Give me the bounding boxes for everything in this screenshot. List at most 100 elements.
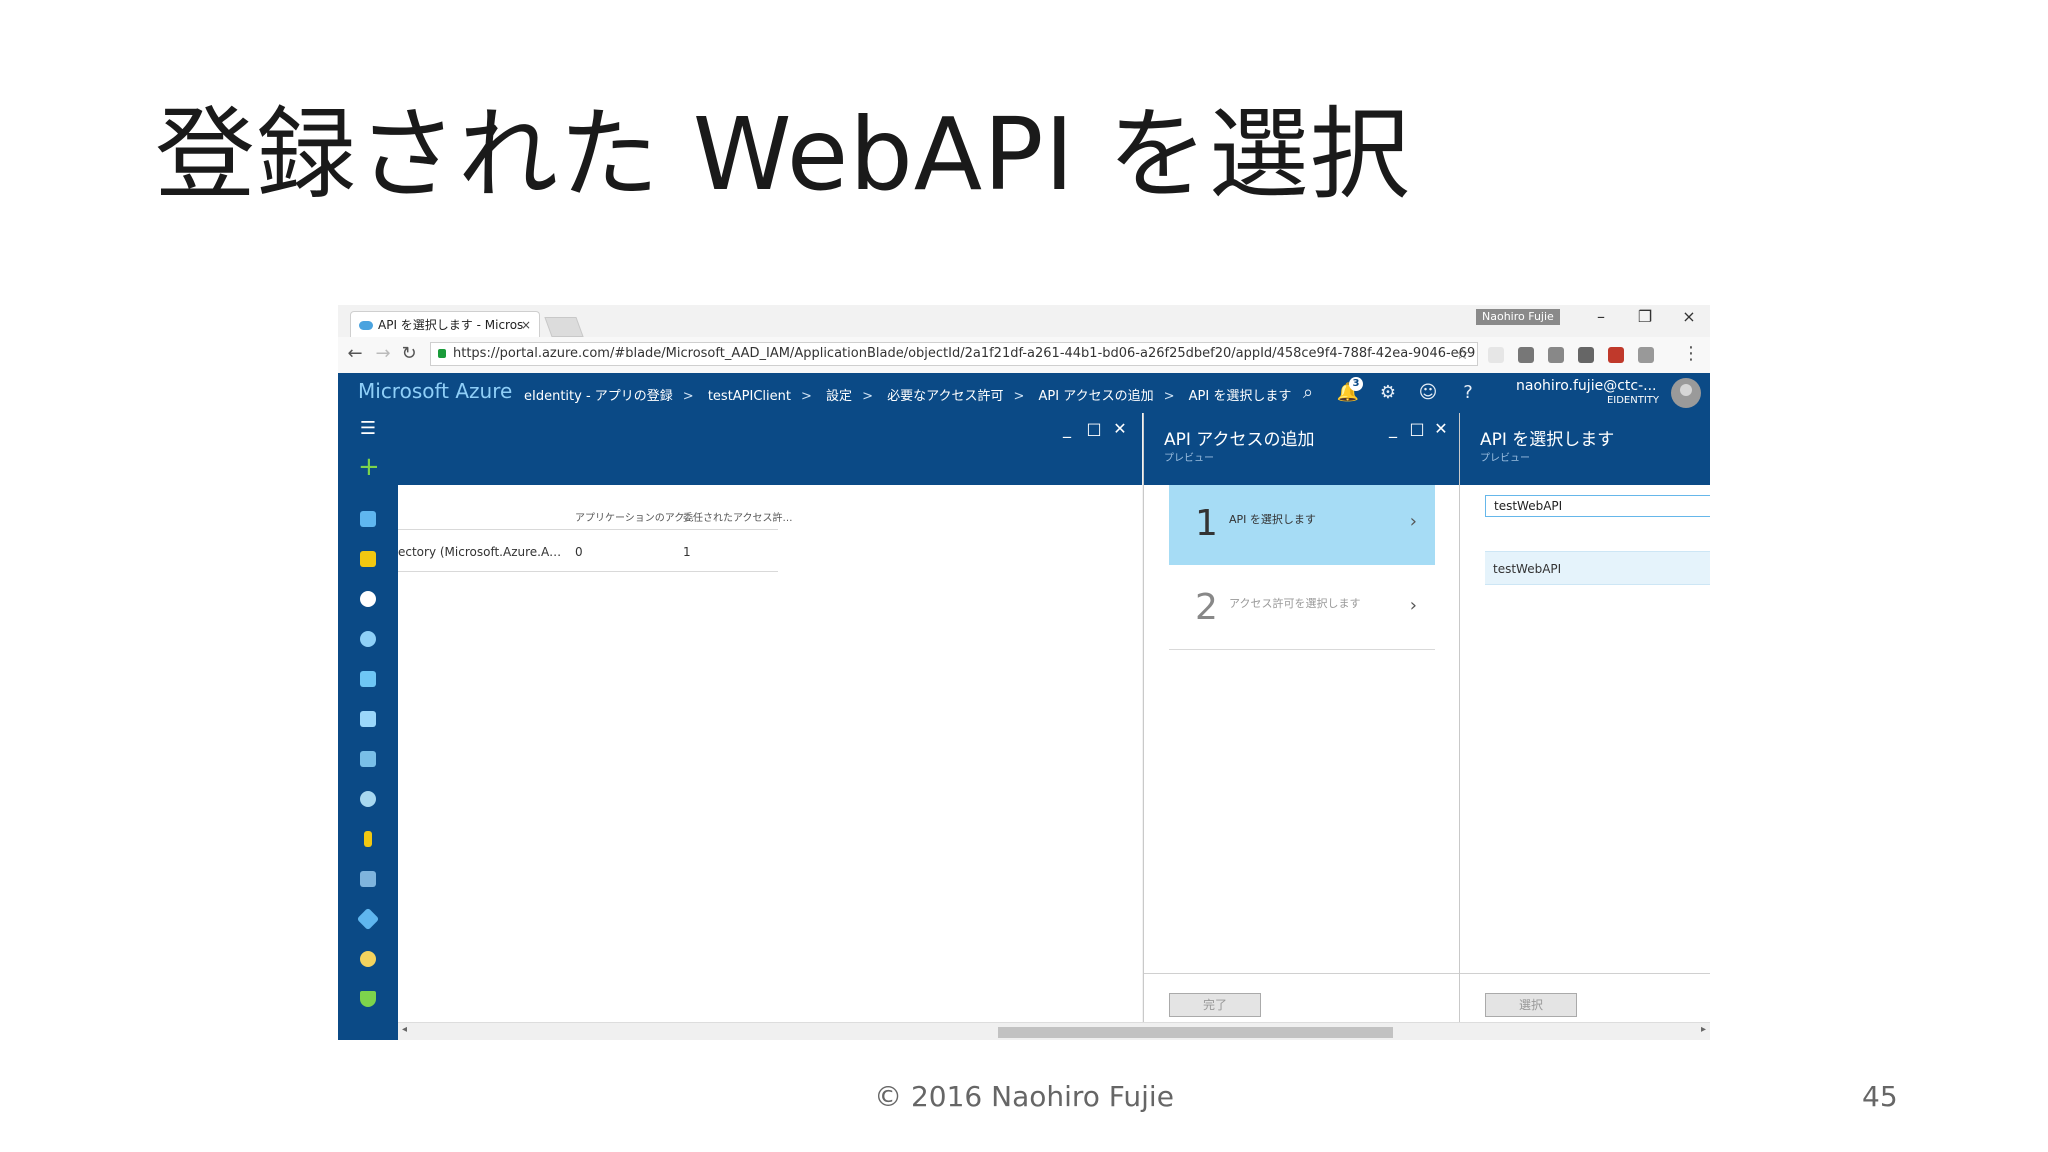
address-bar-row: ← → ↻ https://portal.azure.com/#blade/Mi… (338, 337, 1710, 374)
extension-icon[interactable] (1518, 347, 1534, 363)
select-button[interactable]: 選択 (1485, 993, 1577, 1017)
blade-header: _ □ ✕ (398, 413, 1142, 485)
notification-count-badge: 3 (1349, 377, 1363, 391)
blade-content: アプリケーションのアク… 委任されたアクセス許… ectory (Microso… (398, 485, 1142, 1040)
step-label: API を選択します (1229, 513, 1316, 526)
breadcrumb-item[interactable]: 設定 (826, 389, 852, 404)
breadcrumb-item[interactable]: 必要なアクセス許可 (887, 389, 1003, 404)
breadcrumb-item[interactable]: testAPIClient (708, 389, 791, 404)
blade-close-button[interactable]: ✕ (1110, 419, 1130, 438)
diamond-icon[interactable] (356, 907, 380, 931)
clock-icon[interactable] (360, 591, 376, 607)
api-name-cell[interactable]: ectory (Microsoft.Azure.A… (398, 545, 561, 559)
timer-icon[interactable] (360, 951, 376, 967)
chevron-right-icon: › (1409, 595, 1417, 616)
required-permissions-blade: _ □ ✕ アプリケーションのアク… 委任されたアクセス許… ectory (M… (398, 413, 1142, 1040)
slide-page-number: 45 (1862, 1080, 1898, 1113)
azure-top-bar: Microsoft Azure eIdentity - アプリの登録 > test… (338, 373, 1710, 413)
user-name[interactable]: naohiro.fujie@ctc-... (1516, 378, 1656, 394)
portal-sidebar: ☰ + (338, 413, 398, 1040)
browser-profile-badge[interactable]: Naohiro Fujie (1476, 309, 1560, 325)
url-input[interactable]: https://portal.azure.com/#blade/Microsof… (430, 342, 1478, 366)
key-icon[interactable] (364, 831, 372, 847)
step-label: アクセス許可を選択します (1229, 597, 1361, 610)
blade-close-button[interactable]: ✕ (1431, 419, 1451, 438)
virtual-machine-icon[interactable] (360, 711, 376, 727)
browser-screenshot: API を選択します - Micros × Naohiro Fujie – ❐ … (338, 305, 1710, 1040)
slide-title: 登録された WebAPI を選択 (155, 96, 1411, 213)
step-select-permissions[interactable]: 2 アクセス許可を選択します › (1169, 569, 1435, 650)
scroll-left-arrow-icon[interactable]: ◂ (402, 1024, 407, 1035)
breadcrumb-item[interactable]: eIdentity - アプリの登録 (524, 389, 673, 404)
extension-icon[interactable] (1578, 347, 1594, 363)
done-button[interactable]: 完了 (1169, 993, 1261, 1017)
blade-maximize-button[interactable]: □ (1084, 419, 1104, 438)
help-icon[interactable]: ? (1456, 381, 1480, 405)
preview-label: プレビュー (1480, 453, 1530, 464)
window-close-button[interactable]: × (1674, 307, 1704, 326)
breadcrumb-item[interactable]: API を選択します (1189, 389, 1292, 404)
url-text: https://portal.azure.com/#blade/Microsof… (453, 346, 1476, 361)
shield-icon[interactable] (360, 991, 376, 1007)
preview-label: プレビュー (1164, 453, 1214, 464)
blade-maximize-button[interactable]: □ (1407, 419, 1427, 438)
avatar[interactable] (1671, 378, 1701, 408)
api-result-item[interactable]: testWebAPI (1485, 551, 1710, 585)
blade-header: API アクセスの追加 プレビュー _ □ ✕ (1144, 413, 1459, 485)
tab-title: API を選択します - Micros (378, 318, 524, 332)
scrollbar-thumb[interactable] (998, 1027, 1393, 1038)
hamburger-menu-icon[interactable]: ☰ (358, 419, 378, 439)
new-resource-plus-icon[interactable]: + (358, 454, 380, 480)
bookmark-star-icon[interactable]: ☆ (1456, 343, 1469, 365)
breadcrumb-item[interactable]: API アクセスの追加 (1039, 389, 1154, 404)
extension-icon[interactable] (1488, 347, 1504, 363)
delegated-permission-count: 1 (683, 545, 691, 559)
lock-icon (438, 349, 446, 358)
azure-cloud-icon (359, 321, 373, 330)
breadcrumb: eIdentity - アプリの登録 > testAPIClient > 設定 > 必… (524, 389, 1292, 404)
blade-minimize-button[interactable]: _ (1057, 419, 1077, 438)
blade-header: API を選択します プレビュー _ □ ✕ (1460, 413, 1710, 485)
slide-footer: © 2016 Naohiro Fujie (874, 1080, 1174, 1113)
chevron-right-icon: › (1409, 511, 1417, 532)
window-restore-button[interactable]: ❐ (1630, 307, 1660, 326)
cloud-services-icon[interactable] (360, 791, 376, 807)
scroll-right-arrow-icon[interactable]: ▸ (1701, 1024, 1706, 1035)
step-number: 1 (1195, 503, 1218, 544)
reload-icon[interactable]: ↻ (398, 343, 420, 364)
sql-database-icon[interactable] (360, 671, 376, 687)
azure-brand[interactable]: Microsoft Azure (358, 379, 512, 403)
browser-tab-bar: API を選択します - Micros × Naohiro Fujie – ❐ … (338, 305, 1710, 337)
extension-icon[interactable] (1608, 347, 1624, 363)
step-select-api[interactable]: 1 API を選択します › (1169, 485, 1435, 565)
api-search-input[interactable] (1485, 495, 1710, 517)
monitor-icon[interactable] (360, 751, 376, 767)
globe-icon[interactable] (360, 631, 376, 647)
column-header: 委任されたアクセス許… (683, 513, 793, 524)
gear-icon[interactable]: ⚙ (1376, 381, 1400, 405)
column-header: アプリケーションのアク… (575, 513, 695, 524)
search-icon[interactable]: ⌕ (1296, 381, 1320, 405)
blade-content: 1 API を選択します › 2 アクセス許可を選択します › 完了 (1144, 485, 1459, 1040)
divider (398, 571, 778, 572)
storage-icon[interactable] (360, 871, 376, 887)
cube-icon[interactable] (360, 511, 376, 527)
browser-tab[interactable]: API を選択します - Micros × (350, 311, 540, 337)
new-tab-button[interactable] (544, 317, 584, 337)
browser-menu-icon[interactable]: ⋮ (1680, 343, 1702, 364)
step-number: 2 (1195, 587, 1218, 628)
extension-icon[interactable] (1548, 347, 1564, 363)
tab-close-icon[interactable]: × (521, 312, 531, 337)
window-minimize-button[interactable]: – (1586, 307, 1616, 326)
horizontal-scrollbar[interactable]: ◂ ▸ (398, 1022, 1710, 1040)
blade-title: API を選択します (1480, 430, 1615, 450)
forward-icon[interactable]: → (372, 343, 394, 364)
blade-minimize-button[interactable]: _ (1383, 419, 1403, 438)
back-icon[interactable]: ← (344, 343, 366, 364)
blade-title: API アクセスの追加 (1164, 430, 1315, 450)
grid-icon[interactable] (360, 551, 376, 567)
divider (398, 529, 778, 530)
extension-icon[interactable] (1638, 347, 1654, 363)
select-api-blade: API を選択します プレビュー _ □ ✕ ✓ testWebAPI 選択 (1459, 413, 1710, 1040)
smiley-icon[interactable]: ☺ (1416, 381, 1440, 405)
